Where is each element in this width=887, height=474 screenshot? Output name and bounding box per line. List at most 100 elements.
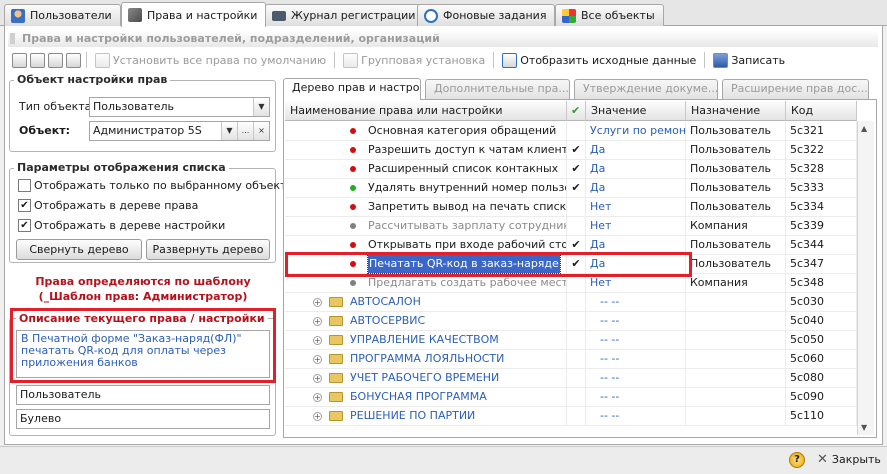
copy-icon[interactable]	[12, 52, 27, 68]
expand-icon[interactable]: +	[313, 412, 322, 421]
expand-tree-button[interactable]: Развернуть дерево	[146, 239, 270, 260]
show-source-button[interactable]: Отобразить исходные данные	[499, 50, 699, 70]
tab-users[interactable]: Пользователи	[4, 4, 121, 26]
cell-check[interactable]	[567, 217, 586, 236]
chevron-down-icon[interactable]: ▼	[253, 98, 269, 116]
group-name: АВТОСЕРВИС	[350, 314, 426, 327]
cell-value: -- --	[586, 312, 686, 331]
cell-value[interactable]: Услуги по ремон...	[586, 122, 686, 141]
cell-value[interactable]: Да	[586, 179, 686, 198]
header-value[interactable]: Значение	[586, 101, 686, 121]
tab-label: Журнал регистрации	[291, 9, 416, 22]
rights-tree-checkbox[interactable]: ✔ Отображать в дереве права	[18, 199, 198, 212]
help-icon[interactable]: ?	[789, 452, 805, 468]
print-icon[interactable]	[66, 52, 81, 68]
table-row[interactable]: Расширенный список контакных ✔ Да Пользоват…	[285, 160, 857, 179]
cell-value[interactable]: Нет	[586, 198, 686, 217]
cell-value[interactable]: Нет	[586, 217, 686, 236]
journal-icon	[272, 10, 286, 21]
table-group-row[interactable]: + РЕШЕНИЕ ПО ПАРТИИ -- -- 5c110	[285, 407, 857, 426]
tab-document-approval[interactable]: Утверждение докуме...	[574, 79, 718, 99]
cell-name: Запретить вывод на печать списка к...	[285, 198, 567, 217]
object-settings-title: Объект настройки прав	[14, 73, 171, 86]
expand-icon[interactable]: +	[313, 374, 322, 383]
tab-rights-settings[interactable]: Права и настройки	[121, 2, 267, 27]
group-install-button[interactable]: Групповая установка	[340, 50, 488, 70]
save-icon	[713, 52, 729, 68]
tab-rights-tree[interactable]: Дерево прав и настро...	[283, 78, 421, 100]
cell-name: Удалять внутренний номер пользов...	[285, 179, 567, 198]
cell-code: 5c110	[786, 407, 857, 426]
table-row[interactable]: Запретить вывод на печать списка к... Нет…	[285, 198, 857, 217]
scroll-up-icon[interactable]: ▲	[861, 124, 867, 133]
tab-journal[interactable]: Журнал регистрации	[265, 4, 425, 26]
close-button[interactable]: ✕ Закрыть	[817, 452, 881, 467]
scroll-down-icon[interactable]: ▼	[861, 423, 867, 432]
folder-icon	[329, 297, 343, 307]
cell-value[interactable]: Да	[586, 160, 686, 179]
cell-code: 5c344	[786, 236, 857, 255]
table-group-row[interactable]: + БОНУСНАЯ ПРОГРАММА -- -- 5c090	[285, 388, 857, 407]
tab-access-extension[interactable]: Расширение прав дос...	[722, 79, 869, 99]
only-selected-checkbox[interactable]: Отображать только по выбранному объекту	[18, 179, 293, 192]
chevron-down-icon[interactable]: ▼	[221, 122, 237, 140]
expand-icon[interactable]: +	[313, 298, 322, 307]
cell-check[interactable]: ✔	[567, 160, 586, 179]
set-default-label: Установить все права по умолчанию	[113, 53, 327, 67]
tab-background-jobs[interactable]: Фоновые задания	[417, 4, 556, 26]
cell-check[interactable]	[567, 122, 586, 141]
group-install-label: Групповая установка	[361, 53, 486, 67]
header-dest[interactable]: Назначение	[686, 101, 786, 121]
clear-icon[interactable]: ×	[253, 122, 269, 140]
cell-check[interactable]: ✔	[567, 179, 586, 198]
cell-dest	[686, 369, 786, 388]
expand-icon[interactable]: +	[313, 355, 322, 364]
table-group-row[interactable]: + УПРАВЛЕНИЕ КАЧЕСТВОМ -- -- 5c050	[285, 331, 857, 350]
tab-additional-rights[interactable]: Дополнительные пра...	[425, 79, 570, 99]
cell-check	[567, 369, 586, 388]
table-row[interactable]: Рассчитывать зарплату сотрудника... Нет Ко…	[285, 217, 857, 236]
ellipsis-button[interactable]: ...	[237, 122, 253, 140]
cell-code: 5c321	[786, 122, 857, 141]
cell-check[interactable]: ✔	[567, 141, 586, 160]
cell-name: Разрешить доступ к чатам клиентов	[285, 141, 567, 160]
source-data-icon	[502, 52, 518, 68]
expand-icon[interactable]: +	[313, 393, 322, 402]
cell-dest: Пользователь	[686, 198, 786, 217]
cell-code: 5c090	[786, 388, 857, 407]
copy-rights-icon[interactable]	[30, 52, 45, 68]
table-row[interactable]: Разрешить доступ к чатам клиентов ✔ Да Поль…	[285, 141, 857, 160]
only-selected-label: Отображать только по выбранному объекту	[34, 179, 293, 192]
table-group-row[interactable]: + АВТОСЕРВИС -- -- 5c040	[285, 312, 857, 331]
vertical-scrollbar[interactable]: ▲ ▼	[857, 121, 874, 435]
header-code[interactable]: Код	[786, 101, 857, 121]
object-type-select[interactable]: Пользователь ▼	[89, 97, 270, 117]
header-check[interactable]: ✔	[567, 101, 586, 121]
cell-check	[567, 331, 586, 350]
table-group-row[interactable]: + ПРОГРАММА ЛОЯЛЬНОСТИ -- -- 5c060	[285, 350, 857, 369]
tab-all-objects[interactable]: Все объекты	[555, 4, 664, 26]
table-group-row[interactable]: + АВТОСАЛОН -- -- 5c030	[285, 293, 857, 312]
header-name[interactable]: Наименование права или настройки	[285, 101, 567, 121]
cell-value[interactable]: Да	[586, 141, 686, 160]
toolbar-separator	[334, 52, 336, 68]
description-field-owner: Пользователь	[16, 385, 270, 405]
refresh-icon[interactable]	[48, 52, 63, 68]
cell-check	[567, 293, 586, 312]
table-group-row[interactable]: + УЧЕТ РАБОЧЕГО ВРЕМЕНИ -- -- 5c080	[285, 369, 857, 388]
collapse-tree-button[interactable]: Свернуть дерево	[16, 239, 142, 260]
write-label: Записать	[731, 53, 786, 67]
expand-icon[interactable]: +	[313, 317, 322, 326]
table-row[interactable]: Основная категория обращений Услуги по ре…	[285, 122, 857, 141]
close-icon: ✕	[817, 452, 828, 467]
table-row[interactable]: Удалять внутренний номер пользов... ✔ Да По…	[285, 179, 857, 198]
write-button[interactable]: Записать	[710, 50, 788, 70]
users-icon	[11, 8, 25, 23]
right-name: Расширенный список контакных	[368, 162, 559, 175]
cell-check[interactable]	[567, 198, 586, 217]
object-field[interactable]: Администратор 5S ▼ ... ×	[89, 121, 270, 141]
expand-icon[interactable]: +	[313, 336, 322, 345]
set-default-button[interactable]: Установить все права по умолчанию	[92, 50, 329, 70]
cell-name: Расширенный список контакных	[285, 160, 567, 179]
settings-tree-checkbox[interactable]: ✔ Отображать в дереве настройки	[18, 219, 225, 232]
